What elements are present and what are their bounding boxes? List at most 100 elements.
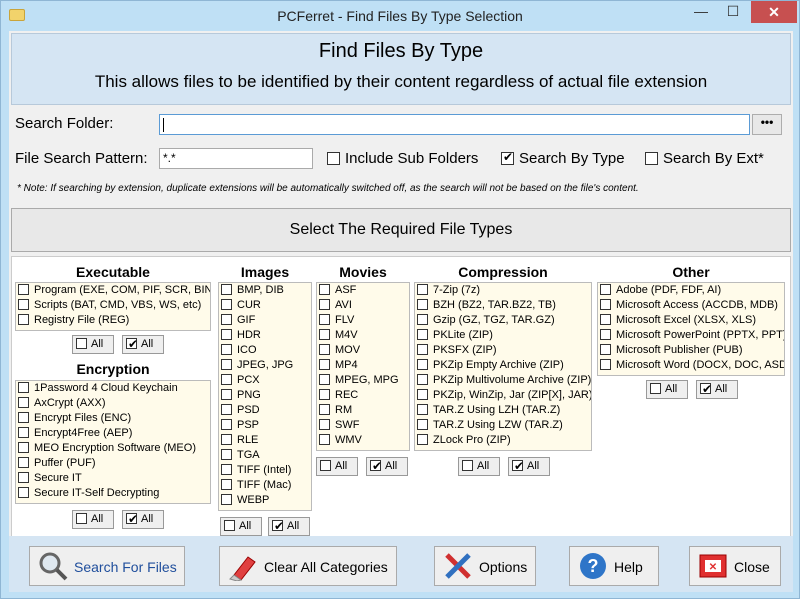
encryption-all-button[interactable]: All: [122, 510, 164, 529]
encryption-none-button[interactable]: All: [72, 510, 114, 529]
file-type-checkbox[interactable]: Adobe (PDF, FDF, AI): [598, 283, 784, 298]
file-type-checkbox[interactable]: MP4: [317, 358, 409, 373]
other-all-button[interactable]: All: [696, 380, 738, 399]
file-type-checkbox[interactable]: WMV: [317, 433, 409, 448]
file-type-checkbox[interactable]: CUR: [219, 298, 311, 313]
file-type-checkbox[interactable]: Microsoft PowerPoint (PPTX, PPT): [598, 328, 784, 343]
file-type-label: PCX: [237, 374, 260, 386]
file-type-checkbox[interactable]: 7-Zip (7z): [415, 283, 591, 298]
close-window-button[interactable]: ✕: [751, 1, 797, 23]
file-type-label: REC: [335, 389, 359, 401]
other-none-button[interactable]: All: [646, 380, 688, 399]
file-type-checkbox[interactable]: PNG: [219, 388, 311, 403]
checkbox-box: [319, 359, 330, 370]
file-type-checkbox[interactable]: PCX: [219, 373, 311, 388]
executable-none-button[interactable]: All: [72, 335, 114, 354]
file-type-checkbox[interactable]: HDR: [219, 328, 311, 343]
file-type-checkbox[interactable]: Puffer (PUF): [16, 456, 210, 471]
executable-all-button[interactable]: All: [122, 335, 164, 354]
file-type-label: TGA: [237, 449, 260, 461]
file-type-checkbox[interactable]: Registry File (REG): [16, 313, 210, 328]
file-pattern-input[interactable]: *.*: [159, 148, 313, 169]
file-type-checkbox[interactable]: TAR.Z Using LZW (TAR.Z): [415, 418, 591, 433]
search-by-ext-checkbox[interactable]: Search By Ext*: [645, 150, 764, 167]
file-type-checkbox[interactable]: JPEG, JPG: [219, 358, 311, 373]
file-type-checkbox[interactable]: PKLite (ZIP): [415, 328, 591, 343]
file-type-checkbox[interactable]: MEO Encryption Software (MEO): [16, 441, 210, 456]
file-type-label: JPEG, JPG: [237, 359, 294, 371]
svg-text:✕: ✕: [709, 562, 717, 573]
file-type-checkbox[interactable]: 1Password 4 Cloud Keychain: [16, 381, 210, 396]
file-type-label: PKLite (ZIP): [433, 329, 493, 341]
file-type-checkbox[interactable]: RM: [317, 403, 409, 418]
file-type-checkbox[interactable]: FLV: [317, 313, 409, 328]
checkbox-box: [319, 299, 330, 310]
file-type-checkbox[interactable]: ZLock Pro (ZIP): [415, 433, 591, 448]
file-type-checkbox[interactable]: AxCrypt (AXX): [16, 396, 210, 411]
file-type-checkbox[interactable]: TAR.Z Using LZH (TAR.Z): [415, 403, 591, 418]
file-type-checkbox[interactable]: Microsoft Access (ACCDB, MDB): [598, 298, 784, 313]
file-type-checkbox[interactable]: BMP, DIB: [219, 283, 311, 298]
file-type-checkbox[interactable]: TGA: [219, 448, 311, 463]
file-type-checkbox[interactable]: Scripts (BAT, CMD, VBS, WS, etc): [16, 298, 210, 313]
options-button[interactable]: Options: [434, 546, 536, 586]
file-type-checkbox[interactable]: Microsoft Word (DOCX, DOC, ASD): [598, 358, 784, 373]
file-type-label: MPEG, MPG: [335, 374, 399, 386]
file-type-checkbox[interactable]: SWF: [317, 418, 409, 433]
file-type-checkbox[interactable]: AVI: [317, 298, 409, 313]
file-type-checkbox[interactable]: Encrypt Files (ENC): [16, 411, 210, 426]
include-subfolders-checkbox[interactable]: Include Sub Folders: [327, 150, 478, 167]
file-type-checkbox[interactable]: Microsoft Publisher (PUB): [598, 343, 784, 358]
file-type-checkbox[interactable]: TIFF (Intel): [219, 463, 311, 478]
eraser-icon: [229, 556, 256, 581]
file-type-checkbox[interactable]: PKZip Multivolume Archive (ZIP): [415, 373, 591, 388]
file-type-checkbox[interactable]: PSP: [219, 418, 311, 433]
compression-list: 7-Zip (7z) BZH (BZ2, TAR.BZ2, TB) Gzip (GZ…: [414, 282, 592, 451]
file-type-checkbox[interactable]: Gzip (GZ, TGZ, TAR.GZ): [415, 313, 591, 328]
file-type-checkbox[interactable]: PSD: [219, 403, 311, 418]
close-button[interactable]: ✕ Close: [689, 546, 781, 586]
file-type-checkbox[interactable]: BZH (BZ2, TAR.BZ2, TB): [415, 298, 591, 313]
checkbox-box-checked: [126, 336, 138, 353]
search-files-button[interactable]: Search For Files: [29, 546, 185, 586]
file-type-checkbox[interactable]: ASF: [317, 283, 409, 298]
file-type-label: WEBP: [237, 494, 270, 506]
file-type-checkbox[interactable]: ICO: [219, 343, 311, 358]
page-title: Find Files By Type: [318, 40, 484, 62]
file-type-checkbox[interactable]: PKZip Empty Archive (ZIP): [415, 358, 591, 373]
file-type-checkbox[interactable]: GIF: [219, 313, 311, 328]
help-button[interactable]: ? Help: [569, 546, 659, 586]
search-by-type-checkbox[interactable]: Search By Type: [501, 150, 625, 167]
file-type-checkbox[interactable]: PKSFX (ZIP): [415, 343, 591, 358]
file-type-checkbox[interactable]: Microsoft Excel (XLSX, XLS): [598, 313, 784, 328]
svg-text:?: ?: [588, 556, 599, 576]
search-folder-input[interactable]: [159, 114, 750, 135]
compression-all-button[interactable]: All: [508, 457, 550, 476]
clear-categories-button[interactable]: Clear All Categories: [219, 546, 397, 586]
file-type-checkbox[interactable]: Secure IT: [16, 471, 210, 486]
movies-all-button[interactable]: All: [366, 457, 408, 476]
minimize-button[interactable]: —: [686, 1, 716, 23]
file-type-checkbox[interactable]: Encrypt4Free (AEP): [16, 426, 210, 441]
maximize-button[interactable]: ☐: [718, 1, 748, 23]
file-type-checkbox[interactable]: MOV: [317, 343, 409, 358]
movies-none-button[interactable]: All: [316, 457, 358, 476]
file-type-checkbox[interactable]: RLE: [219, 433, 311, 448]
file-type-checkbox[interactable]: PKZip, WinZip, Jar (ZIP[X], JAR): [415, 388, 591, 403]
images-all-button[interactable]: All: [268, 517, 310, 536]
file-type-checkbox[interactable]: Secure IT-Self Decrypting: [16, 486, 210, 501]
file-type-checkbox[interactable]: TIFF (Mac): [219, 478, 311, 493]
checkbox-box: [18, 382, 29, 393]
file-type-checkbox[interactable]: MPEG, MPG: [317, 373, 409, 388]
file-type-checkbox[interactable]: REC: [317, 388, 409, 403]
images-none-button[interactable]: All: [220, 517, 262, 536]
file-type-checkbox[interactable]: M4V: [317, 328, 409, 343]
compression-none-button[interactable]: All: [458, 457, 500, 476]
checkbox-box: [221, 464, 232, 475]
file-type-checkbox[interactable]: WEBP: [219, 493, 311, 508]
file-type-label: ASF: [335, 284, 357, 296]
images-title: Images: [240, 264, 290, 280]
file-type-checkbox[interactable]: Program (EXE, COM, PIF, SCR, BIN): [16, 283, 210, 298]
browse-folder-button[interactable]: •••: [752, 114, 782, 135]
all-label: All: [91, 513, 104, 525]
